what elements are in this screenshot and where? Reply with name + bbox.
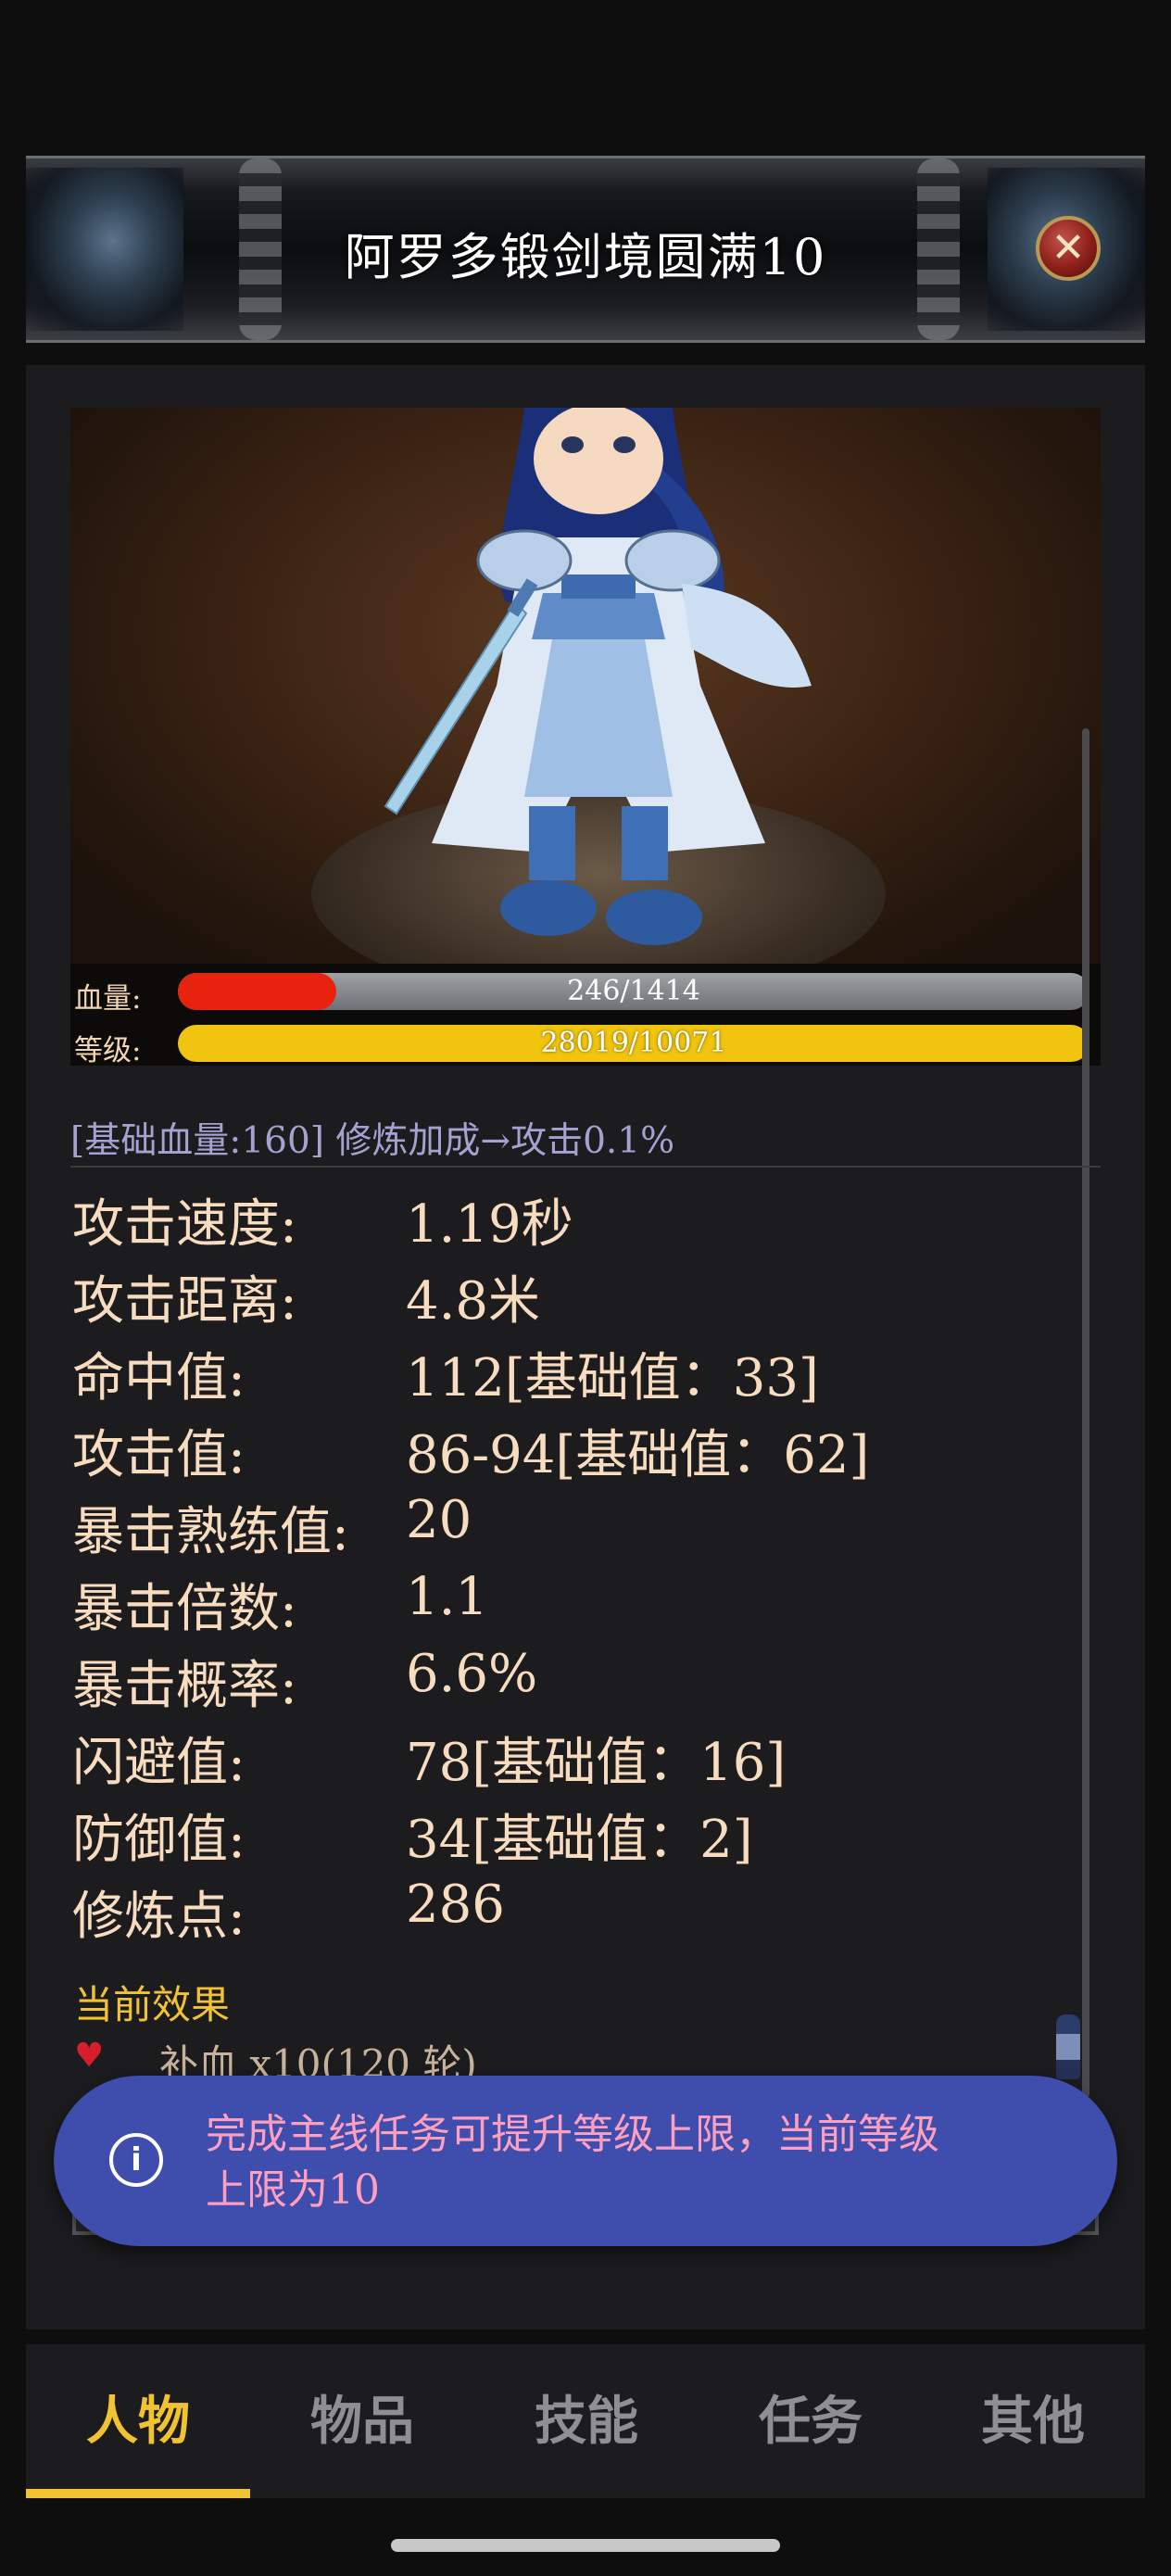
- stat-row: 攻击速度: 1.19秒: [72, 1173, 1073, 1255]
- tab-character[interactable]: 人物: [26, 2344, 250, 2498]
- level-bar: 28019/10071: [178, 1025, 1089, 1062]
- level-value: 28019/10071: [540, 1027, 727, 1059]
- stat-row: 攻击值: 86-94[基础值：62]: [72, 1404, 1073, 1485]
- heart-icon: ♥: [74, 2037, 105, 2075]
- stat-value: 86-94[基础值：62]: [406, 1425, 870, 1485]
- stat-value: 1.19秒: [406, 1194, 573, 1255]
- divider: [70, 1166, 1101, 1168]
- close-icon: ✕: [1051, 224, 1086, 271]
- tab-label: 人物: [86, 2391, 190, 2452]
- stat-row: 暴击概率: 6.6%: [72, 1635, 1073, 1716]
- status-bars: 血量: 246/1414 等级: 28019/10071: [70, 964, 1101, 1067]
- stat-key: 修炼点:: [72, 1887, 246, 1947]
- stat-value: 286: [406, 1875, 505, 1935]
- toast-message-line1: 完成主线任务可提升等级上限，当前等级: [206, 2111, 939, 2158]
- hp-bar-row: 血量: 246/1414: [70, 971, 1101, 1016]
- level-bar-row: 等级: 28019/10071: [70, 1023, 1101, 1067]
- stat-key: 攻击速度:: [72, 1194, 297, 1255]
- hp-value: 246/1414: [567, 975, 700, 1007]
- dialog-title: 阿罗多锻剑境圆满10: [344, 228, 827, 286]
- stat-key: 防御值:: [72, 1810, 246, 1870]
- stat-value: 112[基础值：33]: [406, 1348, 819, 1408]
- tab-label: 技能: [535, 2391, 638, 2452]
- hp-label: 血量:: [74, 982, 142, 1016]
- stat-value: 4.8米: [406, 1271, 541, 1332]
- stat-row: 攻击距离: 4.8米: [72, 1250, 1073, 1332]
- stat-row: 闪避值: 78[基础值：16]: [72, 1711, 1073, 1793]
- tab-other[interactable]: 其他: [921, 2344, 1145, 2498]
- current-effects-title: 当前效果: [74, 1982, 231, 2027]
- tab-items[interactable]: 物品: [250, 2344, 474, 2498]
- stat-value: 1.1: [406, 1567, 489, 1627]
- stat-key: 暴击熟练值:: [72, 1502, 349, 1562]
- toast-message-line2: 上限为10: [206, 2166, 380, 2214]
- stat-row: 暴击熟练值: 20: [72, 1481, 1073, 1562]
- swordsman-avatar: [384, 408, 812, 945]
- stats-list: 攻击速度: 1.19秒 攻击距离: 4.8米 命中值: 112[基础值：33] 攻击值…: [72, 1173, 1073, 1947]
- home-indicator[interactable]: [391, 2539, 780, 2552]
- mini-character-icon: [1056, 2014, 1080, 2079]
- stat-key: 攻击值:: [72, 1425, 246, 1485]
- stat-row: 暴击倍数: 1.1: [72, 1558, 1073, 1639]
- stat-key: 暴击概率:: [72, 1656, 297, 1716]
- dialog-header: 阿罗多锻剑境圆满10 ✕: [26, 156, 1145, 343]
- stat-row: 命中值: 112[基础值：33]: [72, 1327, 1073, 1408]
- info-icon: i: [109, 2133, 163, 2187]
- toast-message: 完成主线任务可提升等级上限，当前等级 上限为10: [206, 2107, 1077, 2218]
- cultivation-hint: [基础血量:160] 修炼加成→攻击0.1%: [70, 1120, 675, 1162]
- stat-value: 78[基础值：16]: [406, 1733, 787, 1793]
- stat-value: 6.6%: [406, 1644, 538, 1704]
- tab-skills[interactable]: 技能: [474, 2344, 699, 2498]
- character-panel: 血量: 246/1414 等级: 28019/10071 [基础血量:160] …: [26, 365, 1145, 2330]
- level-label: 等级:: [74, 1034, 142, 1067]
- hp-bar: 246/1414: [178, 973, 1089, 1010]
- stat-key: 攻击距离:: [72, 1271, 297, 1332]
- active-tab-indicator: [26, 2489, 250, 2498]
- stat-key: 命中值:: [72, 1348, 246, 1408]
- stat-row: 修炼点: 286: [72, 1865, 1073, 1947]
- stat-value: 34[基础值：2]: [406, 1810, 753, 1870]
- tab-label: 任务: [759, 2391, 863, 2452]
- bottom-tab-bar: 人物 物品 技能 任务 其他: [26, 2344, 1145, 2498]
- tab-label: 物品: [310, 2391, 414, 2452]
- stat-key: 暴击倍数:: [72, 1579, 297, 1639]
- stat-value: 20: [406, 1490, 472, 1550]
- tab-label: 其他: [981, 2391, 1085, 2452]
- toast-notification: i 完成主线任务可提升等级上限，当前等级 上限为10: [54, 2076, 1117, 2246]
- tab-quests[interactable]: 任务: [699, 2344, 923, 2498]
- close-button[interactable]: ✕: [1036, 216, 1101, 281]
- stat-row: 防御值: 34[基础值：2]: [72, 1788, 1073, 1870]
- scrollbar[interactable]: [1082, 728, 1089, 2098]
- character-portrait: [70, 408, 1101, 969]
- stat-key: 闪避值:: [72, 1733, 246, 1793]
